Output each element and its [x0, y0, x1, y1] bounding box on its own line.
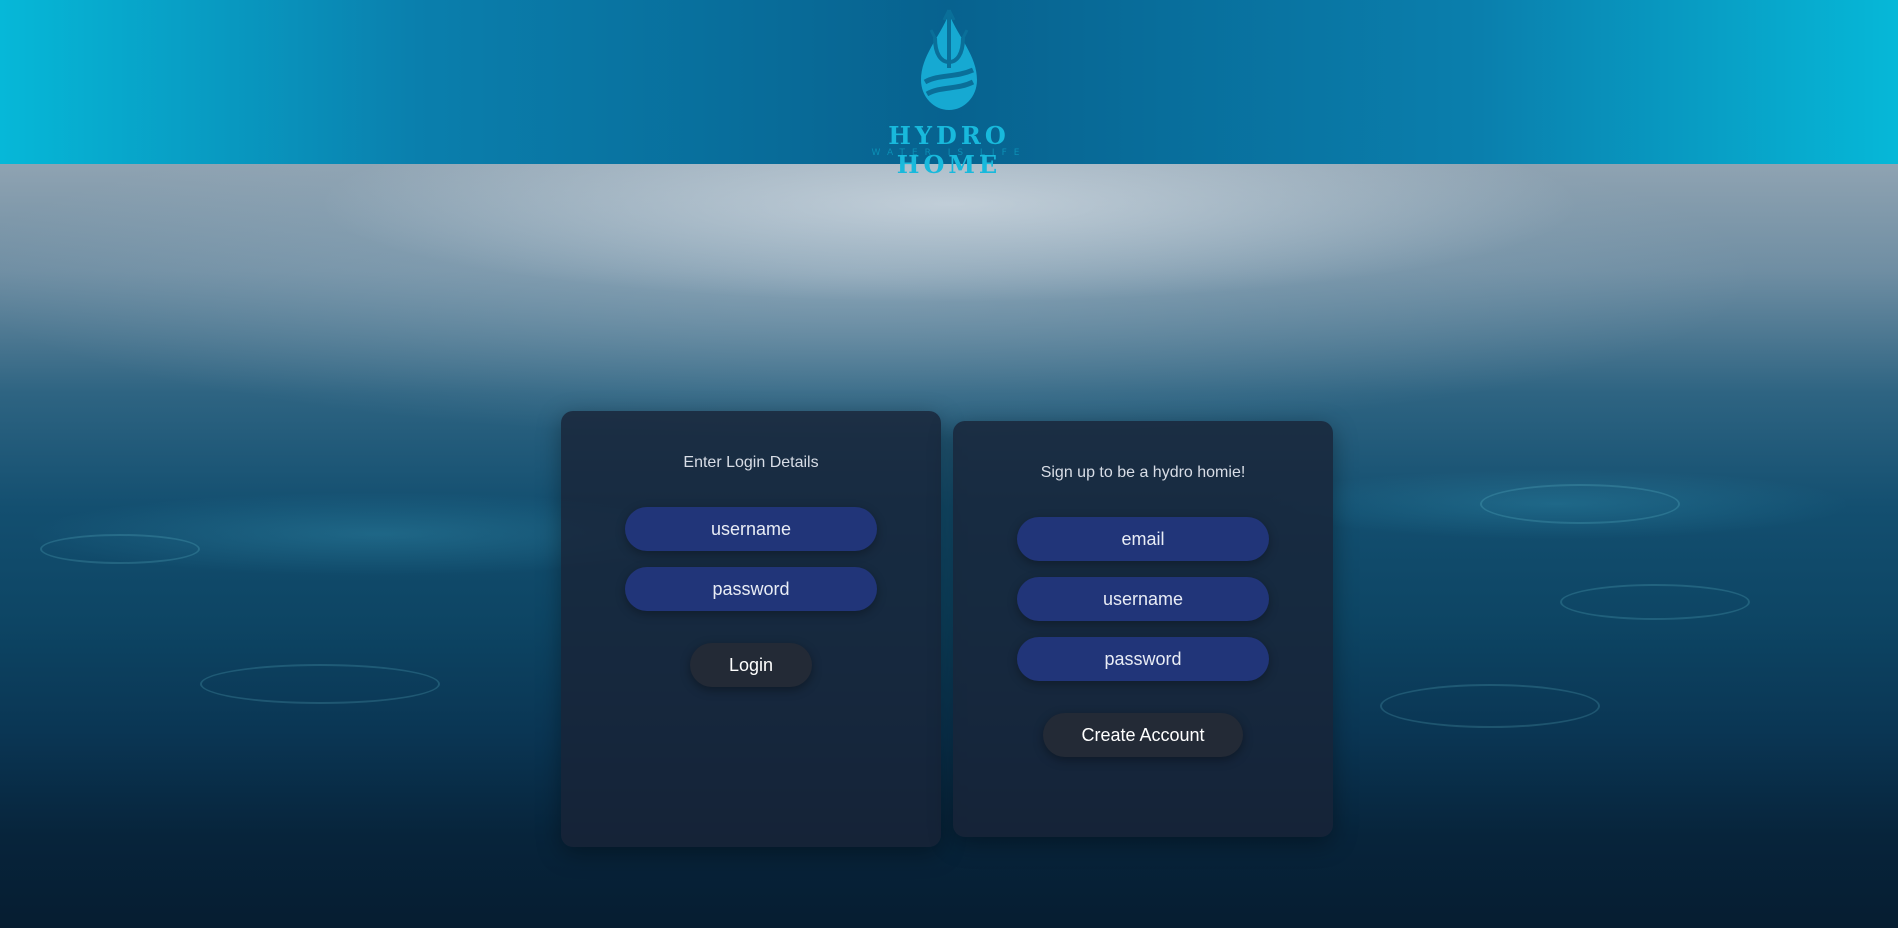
brand-logo[interactable]: HYDRO HOME WATER IS LIFE [849, 8, 1049, 179]
login-card: Enter Login Details Login [561, 411, 941, 847]
login-button[interactable]: Login [690, 643, 812, 687]
water-ripple [40, 534, 200, 564]
site-header: HYDRO HOME WATER IS LIFE [0, 0, 1898, 179]
water-ripple [200, 664, 440, 704]
create-account-button[interactable]: Create Account [1043, 713, 1243, 757]
signup-username-input[interactable] [1017, 577, 1269, 621]
signup-title: Sign up to be a hydro homie! [1040, 464, 1246, 481]
water-background [0, 164, 1898, 928]
brand-tagline: WATER IS LIFE [871, 148, 1027, 158]
signup-email-input[interactable] [1017, 517, 1269, 561]
signup-card: Sign up to be a hydro homie! Create Acco… [953, 421, 1333, 837]
water-ripple [1380, 684, 1600, 728]
login-username-input[interactable] [625, 507, 877, 551]
water-ripple [1480, 484, 1680, 524]
signup-password-input[interactable] [1017, 637, 1269, 681]
water-ripple [1560, 584, 1750, 620]
login-title: Enter Login Details [683, 454, 819, 471]
water-drop-trident-icon [921, 9, 977, 110]
login-password-input[interactable] [625, 567, 877, 611]
